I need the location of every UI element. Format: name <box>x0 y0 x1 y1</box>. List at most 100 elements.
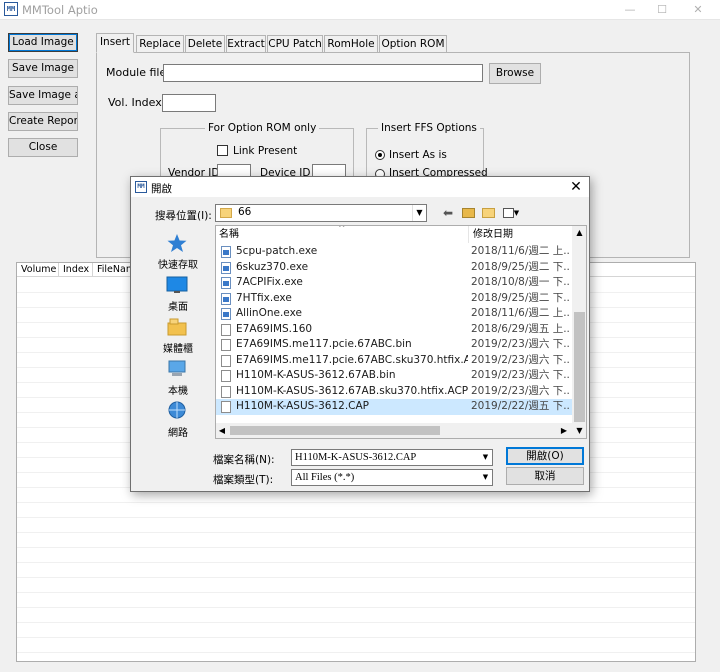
dialog-close-icon[interactable]: ✕ <box>567 178 585 196</box>
tab-romhole[interactable]: RomHole <box>324 35 378 53</box>
file-row[interactable]: 6skuz370.exe 2018/9/25/週二 下... <box>216 260 572 276</box>
link-present-checkbox[interactable] <box>217 145 228 156</box>
file-type-value: All Files (*.*) <box>295 472 355 483</box>
up-folder-icon[interactable] <box>459 205 477 221</box>
grid-line <box>17 577 695 578</box>
vertical-scrollbar[interactable]: ▲ ▼ <box>572 226 586 438</box>
insert-as-is-label: Insert As is <box>389 149 447 161</box>
file-row[interactable]: H110M-K-ASUS-3612.67AB.bin 2019/2/23/週六 下… <box>216 368 572 384</box>
star-icon <box>167 234 187 252</box>
column-divider <box>468 226 469 243</box>
maximize-button[interactable]: ☐ <box>652 2 672 18</box>
file-type-dropdown-icon[interactable]: ▼ <box>479 470 492 485</box>
file-name-dropdown-icon[interactable]: ▼ <box>479 450 492 465</box>
scroll-right-icon[interactable]: ▶ <box>558 423 570 438</box>
cancel-button[interactable]: 取消 <box>506 467 584 485</box>
column-index[interactable]: Index <box>59 263 93 277</box>
tab-insert[interactable]: Insert <box>96 33 134 53</box>
vol-index-input[interactable] <box>162 94 216 112</box>
file-date: 2018/6/29/週五 上... <box>471 322 571 335</box>
look-in-label: 搜尋位置(I): <box>155 210 212 222</box>
folder-icon <box>220 208 232 218</box>
grid-line <box>17 532 695 533</box>
file-row[interactable]: E7A69IMS.me117.pcie.67ABC.bin 2019/2/23/週… <box>216 337 572 353</box>
executable-file-icon <box>221 308 231 320</box>
vertical-scroll-thumb[interactable] <box>574 312 585 422</box>
back-arrow-icon[interactable]: ⬅ <box>439 205 457 221</box>
save-image-button[interactable]: Save Image <box>8 59 78 78</box>
file-name: H110M-K-ASUS-3612.67AB.sku370.htfix.ACPI… <box>236 384 468 397</box>
grid-line <box>17 637 695 638</box>
tab-cpu-patch[interactable]: CPU Patch <box>267 35 323 53</box>
tab-option-rom[interactable]: Option ROM <box>379 35 447 53</box>
scroll-up-icon[interactable]: ▲ <box>572 226 586 240</box>
scroll-left-icon[interactable]: ◀ <box>216 423 228 438</box>
view-menu-icon[interactable]: ▼ <box>499 205 523 221</box>
file-name: AllinOne.exe <box>236 307 302 319</box>
insert-as-is-radio[interactable] <box>375 150 385 160</box>
browse-button[interactable]: Browse <box>489 63 541 84</box>
look-in-value: 66 <box>238 206 252 218</box>
file-list[interactable]: 名稱 ^ 修改日期 5cpu-patch.exe 2018/11/6/週二 上..… <box>215 225 587 439</box>
horizontal-scrollbar[interactable]: ◀ ▶ <box>216 423 572 438</box>
file-row[interactable]: E7A69IMS.me117.pcie.67ABC.sku370.htfix.A… <box>216 353 572 369</box>
scroll-down-icon[interactable]: ▼ <box>572 424 586 438</box>
save-image-as-button[interactable]: Save Image as.. <box>8 86 78 105</box>
places-bar: 快速存取 桌面 媒體櫃 本機 網路 <box>143 225 213 439</box>
close-window-button[interactable]: ✕ <box>688 2 708 18</box>
file-type-select[interactable]: All Files (*.*) <box>291 469 493 486</box>
file-name: 5cpu-patch.exe <box>236 245 318 257</box>
module-file-input[interactable] <box>163 64 483 82</box>
column-date-modified[interactable]: 修改日期 <box>470 226 570 243</box>
place-libraries[interactable]: 媒體櫃 <box>143 315 213 355</box>
tab-delete[interactable]: Delete <box>185 35 225 53</box>
tab-extract[interactable]: Extract <box>226 35 266 53</box>
file-row[interactable]: 5cpu-patch.exe 2018/11/6/週二 上... <box>216 244 572 260</box>
file-date: 2019/2/23/週六 下... <box>471 369 571 381</box>
library-icon <box>167 318 187 336</box>
open-button[interactable]: 開啟(O) <box>506 447 584 465</box>
tab-replace[interactable]: Replace <box>136 35 184 53</box>
place-desktop[interactable]: 桌面 <box>143 273 213 313</box>
file-row[interactable]: E7A69IMS.160 2018/6/29/週五 上... <box>216 322 572 338</box>
file-date: 2019/2/22/週五 下... <box>471 400 571 412</box>
file-row[interactable]: 7ACPIFix.exe 2018/10/8/週一 下... <box>216 275 572 291</box>
document-file-icon <box>221 401 231 413</box>
place-this-pc[interactable]: 本機 <box>143 357 213 397</box>
file-name: H110M-K-ASUS-3612.CAP <box>236 400 370 412</box>
file-name: E7A69IMS.160 <box>236 322 313 335</box>
window-title: MMTool Aptio <box>22 3 98 17</box>
grid-line <box>17 517 695 518</box>
grid-line <box>17 502 695 503</box>
place-quick-access[interactable]: 快速存取 <box>143 231 213 271</box>
file-name-label: 檔案名稱(N): <box>213 454 275 466</box>
file-date: 2019/2/23/週六 下... <box>471 353 571 366</box>
file-name: E7A69IMS.me117.pcie.67ABC.bin <box>236 338 412 350</box>
close-button[interactable]: Close <box>8 138 78 157</box>
grid-line <box>17 652 695 653</box>
create-report-button[interactable]: Create Report <box>8 112 78 131</box>
place-network[interactable]: 網路 <box>143 399 213 439</box>
chevron-down-icon[interactable]: ▼ <box>412 205 426 221</box>
desktop-icon <box>166 276 188 293</box>
new-folder-icon[interactable] <box>479 205 497 221</box>
file-row[interactable]: H110M-K-ASUS-3612.CAP 2019/2/22/週五 下... <box>216 399 572 415</box>
load-image-button[interactable]: Load Image <box>8 33 78 52</box>
file-name: 7HTfix.exe <box>236 291 292 304</box>
open-file-dialog: MM 開啟 ✕ 搜尋位置(I): 66 ▼ ⬅ ▼ 快速存取 桌面 媒體櫃 本機… <box>130 176 590 492</box>
document-file-icon <box>221 354 231 367</box>
minimize-button[interactable]: — <box>620 2 640 18</box>
column-volume[interactable]: Volume <box>17 263 59 277</box>
file-date: 2018/11/6/週二 上... <box>471 245 571 257</box>
place-label: 網路 <box>168 428 188 439</box>
horizontal-scroll-thumb[interactable] <box>230 426 440 435</box>
document-file-icon <box>221 370 231 382</box>
file-row[interactable]: H110M-K-ASUS-3612.67AB.sku370.htfix.ACPI… <box>216 384 572 400</box>
look-in-combo[interactable]: 66 ▼ <box>215 204 427 222</box>
file-name-input[interactable]: H110M-K-ASUS-3612.CAP <box>291 449 493 466</box>
app-icon: MM <box>4 2 18 16</box>
executable-file-icon <box>221 292 231 305</box>
option-rom-group-title: For Option ROM only <box>205 122 320 134</box>
file-row[interactable]: AllinOne.exe 2018/11/6/週二 上... <box>216 306 572 322</box>
file-row[interactable]: 7HTfix.exe 2018/9/25/週二 下... <box>216 291 572 307</box>
